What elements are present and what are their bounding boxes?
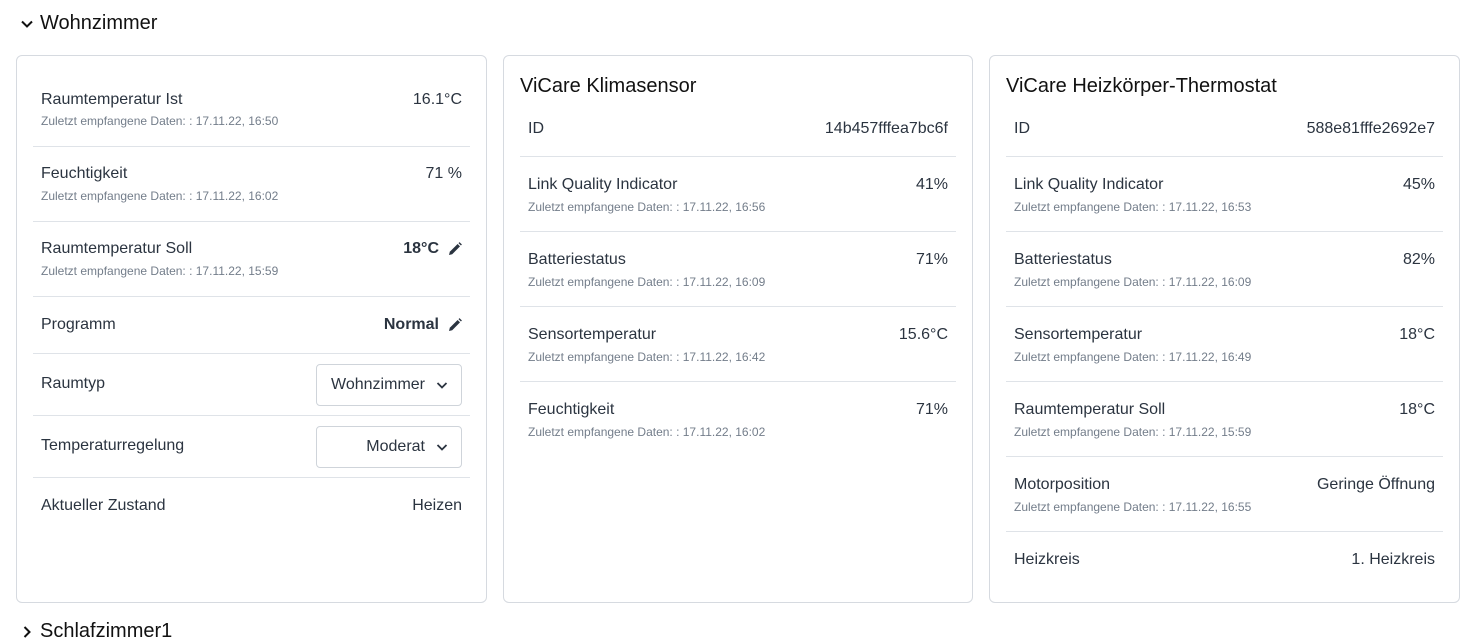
- row-label: Temperaturregelung: [41, 437, 185, 454]
- row-raumtyp: Raumtyp Wohnzimmer: [33, 354, 470, 416]
- card-title: ViCare Heizkörper-Thermostat: [1006, 75, 1277, 97]
- row-raumtemperatur-soll: Raumtemperatur Soll 18°C Zuletzt empfang…: [33, 222, 470, 297]
- section-title: Wohnzimmer: [40, 12, 158, 34]
- row-id: ID 588e81fffe2692e7: [1006, 111, 1443, 157]
- row-link-quality: Link Quality Indicator 41% Zuletzt empfa…: [520, 157, 956, 232]
- row-label: Batteriestatus: [1014, 251, 1112, 268]
- row-raumtemperatur-soll: Raumtemperatur Soll 18°C Zuletzt empfang…: [1006, 382, 1443, 457]
- row-programm: Programm Normal: [33, 297, 470, 354]
- row-label: Heizkreis: [1014, 551, 1080, 568]
- radiator-thermostat-card: ViCare Heizkörper-Thermostat ID 588e81ff…: [989, 55, 1460, 603]
- row-timestamp: Zuletzt empfangene Daten: : 17.11.22, 16…: [1014, 200, 1252, 214]
- row-value: 45%: [1402, 176, 1435, 193]
- row-raumtemperatur-ist: Raumtemperatur Ist 16.1°C Zuletzt empfan…: [33, 76, 470, 147]
- row-sensortemperatur: Sensortemperatur 15.6°C Zuletzt empfange…: [520, 307, 956, 382]
- row-timestamp: Zuletzt empfangene Daten: : 17.11.22, 16…: [528, 275, 766, 289]
- target-temperature-editor[interactable]: 18°C: [403, 240, 462, 258]
- row-timestamp: Zuletzt empfangene Daten: : 17.11.22, 16…: [41, 114, 279, 128]
- row-label: Link Quality Indicator: [1014, 176, 1164, 193]
- row-timestamp: Zuletzt empfangene Daten: : 17.11.22, 16…: [41, 189, 279, 203]
- row-timestamp: Zuletzt empfangene Daten: : 17.11.22, 16…: [1014, 350, 1252, 364]
- row-timestamp: Zuletzt empfangene Daten: : 17.11.22, 15…: [41, 264, 279, 278]
- row-label: Aktueller Zustand: [41, 497, 166, 514]
- row-timestamp: Zuletzt empfangene Daten: : 17.11.22, 16…: [528, 425, 766, 439]
- chevron-down-icon: [436, 382, 448, 389]
- row-value: 82%: [1402, 251, 1435, 268]
- row-label: Raumtyp: [41, 375, 106, 392]
- row-label: ID: [1014, 120, 1030, 137]
- row-label: Raumtemperatur Soll: [41, 240, 193, 257]
- row-aktueller-zustand: Aktueller Zustand Heizen: [33, 478, 470, 534]
- row-label: Motorposition: [1014, 476, 1111, 493]
- row-value: 71%: [915, 251, 948, 268]
- room-card: Raumtemperatur Ist 16.1°C Zuletzt empfan…: [16, 55, 487, 603]
- row-value: Normal: [383, 316, 439, 333]
- row-value: Heizen: [412, 497, 462, 514]
- row-label: Feuchtigkeit: [528, 401, 615, 418]
- row-value: 588e81fffe2692e7: [1306, 120, 1435, 137]
- chevron-down-icon: [436, 444, 448, 451]
- row-value: 16.1°C: [412, 91, 462, 108]
- row-batteriestatus: Batteriestatus 71% Zuletzt empfangene Da…: [520, 232, 956, 307]
- row-sensortemperatur: Sensortemperatur 18°C Zuletzt empfangene…: [1006, 307, 1443, 382]
- row-label: Sensortemperatur: [1014, 326, 1143, 343]
- row-value: 18°C: [1399, 326, 1435, 343]
- chevron-right-icon: [23, 625, 31, 638]
- row-timestamp: Zuletzt empfangene Daten: : 17.11.22, 16…: [528, 200, 766, 214]
- chevron-down-icon: [21, 20, 33, 28]
- room-type-select[interactable]: Wohnzimmer: [316, 364, 462, 406]
- row-label: Programm: [41, 316, 116, 333]
- row-value: 18°C: [1399, 401, 1435, 418]
- row-timestamp: Zuletzt empfangene Daten: : 17.11.22, 16…: [528, 350, 766, 364]
- select-value: Wohnzimmer: [331, 376, 425, 393]
- row-label: Sensortemperatur: [528, 326, 657, 343]
- section-header-schlafzimmer1[interactable]: Schlafzimmer1: [20, 620, 172, 643]
- row-batteriestatus: Batteriestatus 82% Zuletzt empfangene Da…: [1006, 232, 1443, 307]
- row-label: Raumtemperatur Ist: [41, 91, 183, 108]
- row-timestamp: Zuletzt empfangene Daten: : 17.11.22, 16…: [1014, 275, 1252, 289]
- card-title: ViCare Klimasensor: [520, 75, 697, 97]
- row-value: 1. Heizkreis: [1351, 551, 1435, 568]
- row-timestamp: Zuletzt empfangene Daten: : 17.11.22, 16…: [1014, 500, 1252, 514]
- row-feuchtigkeit: Feuchtigkeit 71 % Zuletzt empfangene Dat…: [33, 147, 470, 222]
- row-value: 18°C: [403, 240, 439, 257]
- row-label: ID: [528, 120, 544, 137]
- row-link-quality: Link Quality Indicator 45% Zuletzt empfa…: [1006, 157, 1443, 232]
- program-editor[interactable]: Normal: [384, 316, 462, 334]
- climate-sensor-card: ViCare Klimasensor ID 14b457fffea7bc6f L…: [503, 55, 973, 603]
- section-header-wohnzimmer[interactable]: Wohnzimmer: [20, 12, 157, 35]
- row-label: Batteriestatus: [528, 251, 626, 268]
- row-motorposition: Motorposition Geringe Öffnung Zuletzt em…: [1006, 457, 1443, 532]
- row-heizkreis: Heizkreis 1. Heizkreis: [1006, 532, 1443, 588]
- select-value: Moderat: [366, 438, 425, 455]
- section-title: Schlafzimmer1: [40, 620, 173, 642]
- row-value: 71 %: [425, 165, 462, 182]
- row-value: 15.6°C: [898, 326, 948, 343]
- row-label: Feuchtigkeit: [41, 165, 128, 182]
- row-value: Geringe Öffnung: [1316, 476, 1435, 493]
- temperature-control-select[interactable]: Moderat: [316, 426, 462, 468]
- row-temperaturregelung: Temperaturregelung Moderat: [33, 416, 470, 478]
- row-timestamp: Zuletzt empfangene Daten: : 17.11.22, 15…: [1014, 425, 1252, 439]
- row-feuchtigkeit: Feuchtigkeit 71% Zuletzt empfangene Date…: [520, 382, 956, 457]
- row-label: Link Quality Indicator: [528, 176, 678, 193]
- row-value: 41%: [915, 176, 948, 193]
- row-label: Raumtemperatur Soll: [1014, 401, 1166, 418]
- pencil-icon[interactable]: [448, 318, 462, 332]
- row-id: ID 14b457fffea7bc6f: [520, 111, 956, 157]
- row-value: 71%: [915, 401, 948, 418]
- row-value: 14b457fffea7bc6f: [824, 120, 948, 137]
- pencil-icon[interactable]: [448, 242, 462, 256]
